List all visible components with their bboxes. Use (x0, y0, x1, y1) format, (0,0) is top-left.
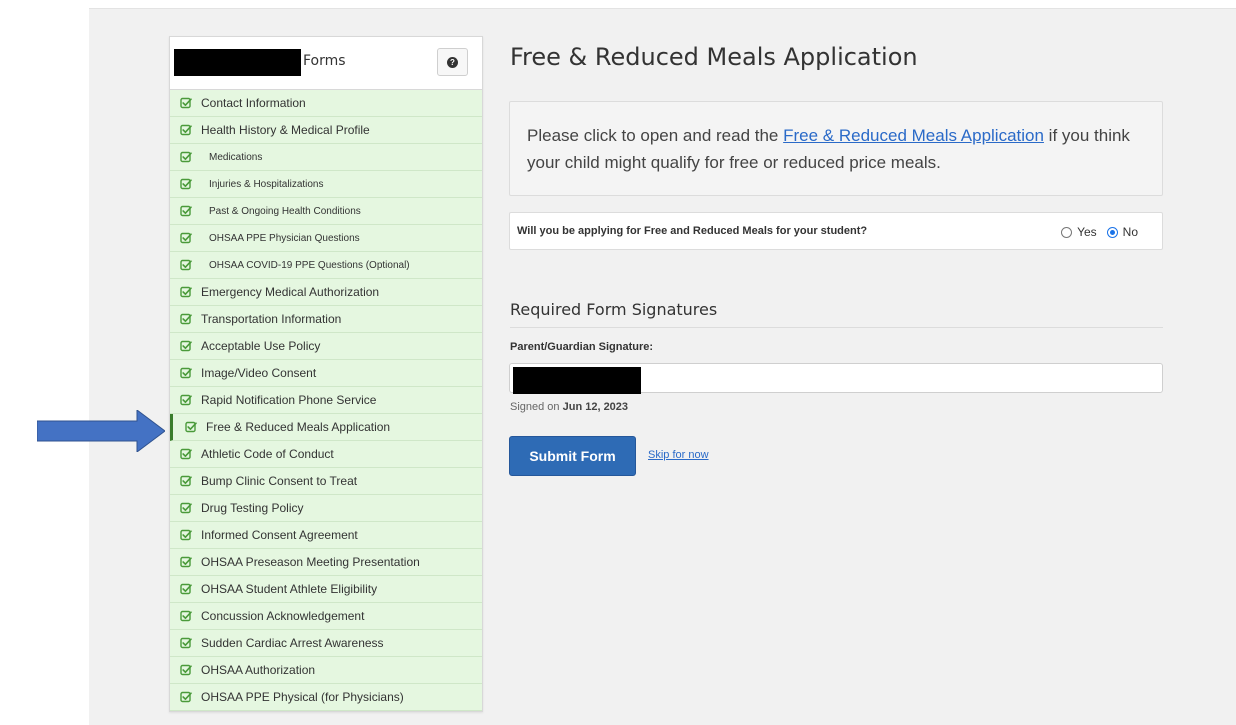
sidebar-item-rapid-notification-phone-service[interactable]: Rapid Notification Phone Service (170, 387, 482, 414)
sidebar-item-athletic-code-of-conduct[interactable]: Athletic Code of Conduct (170, 441, 482, 468)
sidebar-item-label: Contact Information (201, 96, 306, 110)
redacted-school-name (174, 49, 301, 76)
sidebar-item-health-history-medical-profile[interactable]: Health History & Medical Profile (170, 117, 482, 144)
sidebar-title: Forms (303, 53, 346, 69)
question-circle-icon: ? (447, 56, 458, 68)
sidebar-item-drug-testing-policy[interactable]: Drug Testing Policy (170, 495, 482, 522)
signed-on-date: Jun 12, 2023 (562, 401, 629, 413)
submit-form-button[interactable]: Submit Form (509, 436, 636, 476)
check-square-icon (180, 340, 192, 352)
check-square-icon (180, 529, 192, 541)
sidebar-item-ohsaa-preseason-meeting-presentation[interactable]: OHSAA Preseason Meeting Presentation (170, 549, 482, 576)
check-square-icon (180, 178, 192, 190)
check-square-icon (180, 151, 192, 163)
sidebar-item-emergency-medical-authorization[interactable]: Emergency Medical Authorization (170, 279, 482, 306)
skip-for-now-link[interactable]: Skip for now (648, 449, 709, 461)
check-square-icon (180, 448, 192, 460)
check-square-icon (180, 610, 192, 622)
check-square-icon (180, 286, 192, 298)
check-square-icon (180, 664, 192, 676)
sidebar-item-ohsaa-student-athlete-eligibility[interactable]: OHSAA Student Athlete Eligibility (170, 576, 482, 603)
pointer-arrow-annotation (37, 410, 165, 452)
check-square-icon (180, 97, 192, 109)
sidebar-item-ohsaa-covid-19-ppe-questions-optional[interactable]: OHSAA COVID-19 PPE Questions (Optional) (170, 252, 482, 279)
signed-on-text: Signed on Jun 12, 2023 (510, 401, 628, 413)
page-title: Free & Reduced Meals Application (510, 43, 918, 71)
signature-label: Parent/Guardian Signature: (510, 341, 654, 353)
sidebar-item-label: Past & Ongoing Health Conditions (209, 205, 361, 217)
sidebar-item-concussion-acknowledgement[interactable]: Concussion Acknowledgement (170, 603, 482, 630)
meals-question-text: Will you be applying for Free and Reduce… (517, 225, 868, 237)
radio-yes-label: Yes (1077, 225, 1097, 239)
check-square-icon (180, 124, 192, 136)
sidebar-item-label: Medications (209, 151, 263, 163)
sidebar-item-label: Rapid Notification Phone Service (201, 393, 377, 407)
sidebar-item-medications[interactable]: Medications (170, 144, 482, 171)
sidebar-item-label: Health History & Medical Profile (201, 123, 370, 137)
check-square-icon (180, 556, 192, 568)
signature-input[interactable] (509, 363, 1163, 394)
sidebar-item-informed-consent-agreement[interactable]: Informed Consent Agreement (170, 522, 482, 549)
radio-no[interactable]: No (1106, 225, 1138, 239)
check-square-icon (180, 502, 192, 514)
sidebar-item-label: OHSAA Student Athlete Eligibility (201, 582, 378, 596)
check-square-icon (180, 367, 192, 379)
sidebar-item-label: Image/Video Consent (201, 366, 317, 380)
signatures-heading: Required Form Signatures (510, 300, 1163, 328)
sidebar-item-acceptable-use-policy[interactable]: Acceptable Use Policy (170, 333, 482, 360)
check-square-icon (180, 232, 192, 244)
application-link[interactable]: Free & Reduced Meals Application (783, 126, 1044, 145)
sidebar-item-contact-information[interactable]: Contact Information (170, 90, 482, 117)
check-square-icon (180, 205, 192, 217)
sidebar-item-label: Injuries & Hospitalizations (209, 178, 324, 190)
check-square-icon (180, 691, 192, 703)
check-square-icon (185, 421, 197, 433)
sidebar-item-label: Drug Testing Policy (201, 501, 304, 515)
sidebar-item-sudden-cardiac-arrest-awareness[interactable]: Sudden Cardiac Arrest Awareness (170, 630, 482, 657)
sidebar-item-label: Concussion Acknowledgement (201, 609, 365, 623)
info-text-prefix: Please click to open and read the (527, 126, 784, 145)
sidebar-item-label: Emergency Medical Authorization (201, 285, 380, 299)
sidebar-item-image-video-consent[interactable]: Image/Video Consent (170, 360, 482, 387)
sidebar-item-label: Bump Clinic Consent to Treat (201, 474, 358, 488)
sidebar-item-injuries-hospitalizations[interactable]: Injuries & Hospitalizations (170, 171, 482, 198)
forms-sidebar: Forms ? Contact Information Health Histor… (169, 36, 483, 712)
sidebar-form-list: Contact Information Health History & Medi… (170, 90, 482, 711)
sidebar-header: Forms ? (170, 37, 482, 90)
sidebar-item-ohsaa-authorization[interactable]: OHSAA Authorization (170, 657, 482, 684)
sidebar-item-transportation-information[interactable]: Transportation Information (170, 306, 482, 333)
sidebar-item-label: Acceptable Use Policy (201, 339, 321, 353)
signed-on-prefix: Signed on (510, 401, 563, 413)
sidebar-item-label: Athletic Code of Conduct (201, 447, 334, 461)
sidebar-item-label: OHSAA COVID-19 PPE Questions (Optional) (209, 259, 410, 271)
check-square-icon (180, 475, 192, 487)
radio-yes[interactable]: Yes (1061, 225, 1097, 239)
sidebar-item-label: Informed Consent Agreement (201, 528, 358, 542)
check-square-icon (180, 583, 192, 595)
sidebar-item-free-reduced-meals-application[interactable]: Free & Reduced Meals Application (170, 414, 482, 441)
sidebar-item-past-ongoing-health-conditions[interactable]: Past & Ongoing Health Conditions (170, 198, 482, 225)
meals-question-row: Will you be applying for Free and Reduce… (509, 212, 1163, 250)
sidebar-item-label: OHSAA PPE Physician Questions (209, 232, 360, 244)
check-square-icon (180, 259, 192, 271)
check-square-icon (180, 637, 192, 649)
check-square-icon (180, 313, 192, 325)
radio-no-circle[interactable] (1106, 226, 1118, 238)
help-button[interactable]: ? (437, 48, 468, 76)
sidebar-item-label: Free & Reduced Meals Application (206, 420, 391, 434)
redacted-signature (513, 367, 641, 394)
radio-yes-circle[interactable] (1061, 226, 1073, 238)
info-panel: Please click to open and read the Free &… (509, 101, 1163, 196)
radio-no-label: No (1122, 225, 1138, 239)
check-square-icon (180, 394, 192, 406)
sidebar-item-ohsaa-ppe-physician-questions[interactable]: OHSAA PPE Physician Questions (170, 225, 482, 252)
sidebar-item-ohsaa-ppe-physical-for-physicians[interactable]: OHSAA PPE Physical (for Physicians) (170, 684, 482, 711)
sidebar-item-label: Sudden Cardiac Arrest Awareness (201, 636, 384, 650)
meals-radio-group: Yes No (1051, 225, 1138, 239)
sidebar-item-label: OHSAA PPE Physical (for Physicians) (201, 690, 404, 704)
sidebar-item-label: OHSAA Authorization (201, 663, 316, 677)
sidebar-item-label: OHSAA Preseason Meeting Presentation (201, 555, 420, 569)
sidebar-item-label: Transportation Information (201, 312, 342, 326)
sidebar-item-bump-clinic-consent-to-treat[interactable]: Bump Clinic Consent to Treat (170, 468, 482, 495)
